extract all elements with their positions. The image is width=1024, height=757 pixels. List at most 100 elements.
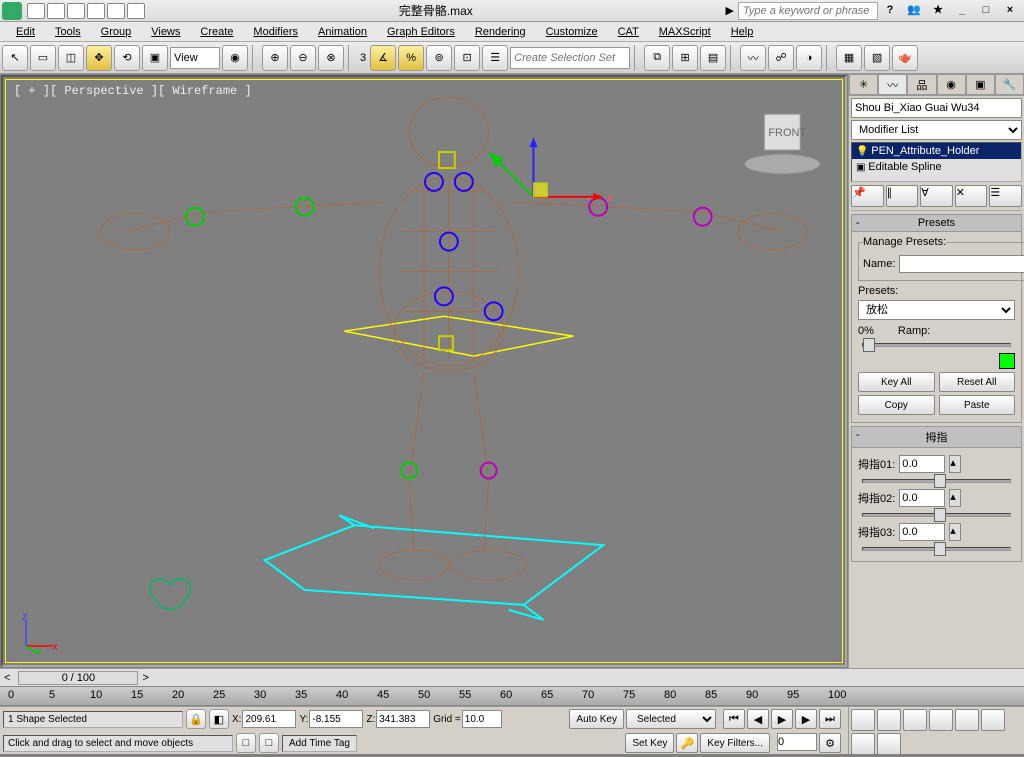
iso-icon[interactable]: ◧ xyxy=(209,709,229,729)
curve-editor-icon[interactable]: 〰 xyxy=(740,45,766,71)
selection-set-input[interactable] xyxy=(510,47,630,69)
preset-name-input[interactable] xyxy=(899,255,1024,273)
key-all-button[interactable]: Key All xyxy=(858,372,935,392)
menu-views[interactable]: Views xyxy=(141,24,190,40)
zoom-ext-all-icon[interactable] xyxy=(929,709,953,731)
maximize-icon[interactable]: □ xyxy=(976,3,996,19)
coord-x-input[interactable] xyxy=(242,710,296,728)
time-ruler[interactable]: 0510152025303540455055606570758085909510… xyxy=(0,686,1024,706)
maximize-vp-icon[interactable] xyxy=(877,733,901,755)
align-icon[interactable]: ⊞ xyxy=(672,45,698,71)
snap-spinner-icon[interactable]: ⊚ xyxy=(426,45,452,71)
preset-slider[interactable] xyxy=(862,343,1011,347)
snap-angle-icon[interactable]: ∡ xyxy=(370,45,396,71)
rect-select-icon[interactable]: ▭ xyxy=(30,45,56,71)
bind-icon[interactable]: ⊗ xyxy=(318,45,344,71)
listener-icon[interactable]: □ xyxy=(259,733,279,753)
zoom-all-icon[interactable] xyxy=(877,709,901,731)
render-icon[interactable]: 🫖 xyxy=(892,45,918,71)
thumb3-spinner[interactable] xyxy=(899,523,945,541)
menu-grapheditors[interactable]: Graph Editors xyxy=(377,24,465,40)
grid-input[interactable] xyxy=(462,710,502,728)
lock-icon[interactable]: 🔒 xyxy=(186,709,206,729)
render-setup-icon[interactable]: ▦ xyxy=(836,45,862,71)
layer-icon[interactable]: ▤ xyxy=(700,45,726,71)
menu-edit[interactable]: Edit xyxy=(6,24,45,40)
star-icon[interactable]: ★ xyxy=(928,3,948,19)
next-frame-icon[interactable]: ▶ xyxy=(795,709,817,729)
setkey-button[interactable]: Set Key xyxy=(625,733,674,753)
snap-pct-icon[interactable]: % xyxy=(398,45,424,71)
spinner-up-icon[interactable]: ▴ xyxy=(949,455,961,473)
copy-button[interactable]: Copy xyxy=(858,395,935,415)
goto-end-icon[interactable]: ⏭ xyxy=(819,709,841,729)
scale-icon[interactable]: ▣ xyxy=(142,45,168,71)
thumb1-spinner[interactable] xyxy=(899,455,945,473)
tab-display-icon[interactable]: ▣ xyxy=(966,74,995,95)
tab-motion-icon[interactable]: ◉ xyxy=(937,74,966,95)
thumb2-slider[interactable] xyxy=(862,513,1011,517)
orbit-icon[interactable] xyxy=(851,733,875,755)
spinner-up-icon[interactable]: ▴ xyxy=(949,523,961,541)
named-sel-icon[interactable]: ☰ xyxy=(482,45,508,71)
configure-icon[interactable]: ☰ xyxy=(989,185,1022,207)
viewport[interactable]: [ + ][ Perspective ][ Wireframe ] xyxy=(1,75,847,667)
paste-button[interactable]: Paste xyxy=(939,395,1016,415)
select-icon[interactable]: ↖ xyxy=(2,45,28,71)
remove-mod-icon[interactable]: ✕ xyxy=(955,185,988,207)
comm-icon[interactable]: 👥 xyxy=(904,3,924,19)
unlink-icon[interactable]: ⊖ xyxy=(290,45,316,71)
stack-item[interactable]: ▣ Editable Spline xyxy=(852,159,1021,175)
zoom-extents-icon[interactable] xyxy=(903,709,927,731)
time-tag[interactable]: Add Time Tag xyxy=(282,735,357,752)
pivot-icon[interactable]: ◉ xyxy=(222,45,248,71)
script-icon[interactable]: □ xyxy=(236,733,256,753)
key-icon[interactable]: 🔑 xyxy=(676,733,698,753)
tab-create-icon[interactable]: ✳ xyxy=(849,74,878,95)
save-icon[interactable] xyxy=(67,3,85,19)
spinner-up-icon[interactable]: ▴ xyxy=(949,489,961,507)
move-icon[interactable]: ✥ xyxy=(86,45,112,71)
app-logo[interactable] xyxy=(2,2,22,20)
help-icon[interactable]: ? xyxy=(880,3,900,19)
menu-modifiers[interactable]: Modifiers xyxy=(243,24,308,40)
zoom-icon[interactable] xyxy=(851,709,875,731)
show-result-icon[interactable]: ∥ xyxy=(886,185,919,207)
menu-tools[interactable]: Tools xyxy=(45,24,91,40)
reset-all-button[interactable]: Reset All xyxy=(939,372,1016,392)
pan-icon[interactable] xyxy=(981,709,1005,731)
open-icon[interactable] xyxy=(47,3,65,19)
coord-y-input[interactable] xyxy=(309,710,363,728)
goto-start-icon[interactable]: ⏮ xyxy=(723,709,745,729)
pin-stack-icon[interactable]: 📌 xyxy=(851,185,884,207)
tab-hierarchy-icon[interactable]: 品 xyxy=(907,74,936,95)
rollout-presets-header[interactable]: -Presets xyxy=(852,215,1021,232)
modifier-list-select[interactable]: Modifier List xyxy=(851,120,1022,140)
thumb2-spinner[interactable] xyxy=(899,489,945,507)
stack-item[interactable]: 💡 PEN_Attribute_Holder xyxy=(852,143,1021,159)
render-frame-icon[interactable]: ▧ xyxy=(864,45,890,71)
tab-utilities-icon[interactable]: 🔧 xyxy=(995,74,1024,95)
coord-system-select[interactable] xyxy=(170,47,220,69)
autokey-button[interactable]: Auto Key xyxy=(569,709,624,729)
redo-icon[interactable] xyxy=(107,3,125,19)
menu-cat[interactable]: CAT xyxy=(608,24,649,40)
ramp-color-swatch[interactable] xyxy=(999,353,1015,369)
menu-maxscript[interactable]: MAXScript xyxy=(649,24,721,40)
tab-modify-icon[interactable]: 〰 xyxy=(878,74,907,95)
menu-help[interactable]: Help xyxy=(721,24,764,40)
mirror-icon[interactable]: ⧉ xyxy=(644,45,670,71)
new-icon[interactable] xyxy=(27,3,45,19)
thumb1-slider[interactable] xyxy=(862,479,1011,483)
material-icon[interactable]: ◑ xyxy=(796,45,822,71)
thumb3-slider[interactable] xyxy=(862,547,1011,551)
menu-rendering[interactable]: Rendering xyxy=(465,24,536,40)
snap-toggle-icon[interactable]: ⊡ xyxy=(454,45,480,71)
rotate-icon[interactable]: ⟲ xyxy=(114,45,140,71)
time-config-icon[interactable]: ⚙ xyxy=(819,733,841,753)
fov-icon[interactable] xyxy=(955,709,979,731)
keymode-select[interactable]: Selected xyxy=(626,709,716,729)
object-name-input[interactable] xyxy=(851,98,1022,118)
select-link-icon[interactable]: ⊕ xyxy=(262,45,288,71)
menu-customize[interactable]: Customize xyxy=(536,24,608,40)
